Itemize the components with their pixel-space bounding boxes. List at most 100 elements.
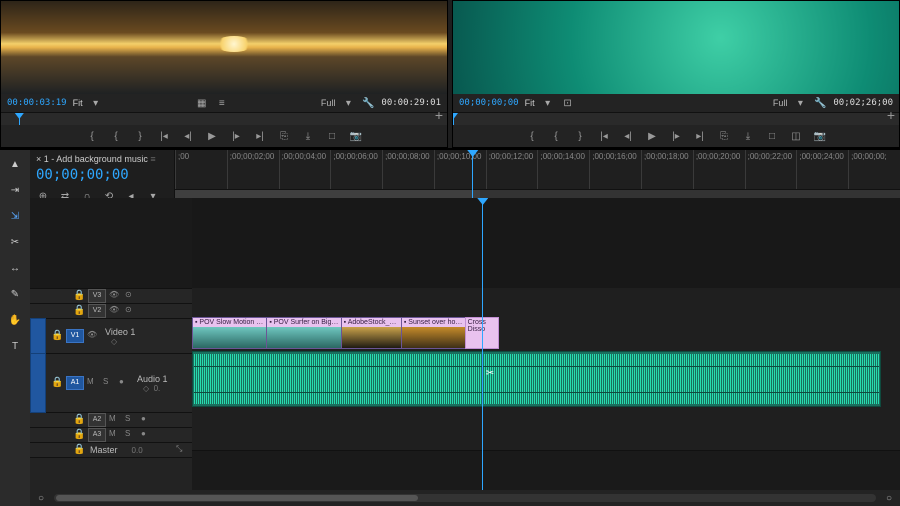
camera-icon[interactable]: 📷 — [349, 129, 363, 143]
mark-in-icon[interactable]: { — [109, 129, 123, 143]
program-resolution[interactable]: Full — [773, 98, 788, 108]
expand-icon[interactable]: ⤡ — [176, 444, 188, 456]
mark-out-icon[interactable]: } — [573, 129, 587, 143]
record-icon[interactable]: ● — [141, 414, 153, 426]
extract-icon[interactable]: ⤓ — [741, 129, 755, 143]
horizontal-scrollbar[interactable] — [54, 494, 876, 502]
master-level[interactable]: 0.0 — [132, 446, 143, 455]
lock-icon[interactable]: 🔒 — [51, 377, 63, 389]
solo-icon[interactable]: S — [125, 429, 137, 441]
button-editor-plus[interactable]: + — [887, 107, 895, 123]
video-clip[interactable]: ▪ Sunset over horseback riders — [401, 317, 467, 349]
mute-icon[interactable]: M — [109, 429, 121, 441]
step-forward-icon[interactable]: |▸ — [229, 129, 243, 143]
mute-icon[interactable]: M — [109, 414, 121, 426]
source-scrub-bar[interactable] — [1, 112, 447, 125]
lane-a1[interactable] — [192, 350, 900, 409]
eye-icon[interactable]: 👁 — [87, 330, 99, 342]
button-editor-plus[interactable]: + — [435, 107, 443, 123]
camera-icon[interactable]: 📷 — [813, 129, 827, 143]
time-ruler[interactable]: ;00;00;00;02;00;00;00;04;00;00;00;06;00;… — [174, 150, 900, 198]
go-to-in-icon[interactable]: |◂ — [597, 129, 611, 143]
sequence-timecode[interactable]: 00;00;00;00 — [36, 167, 168, 183]
track-header-a3[interactable]: 🔒A3MS● — [30, 428, 192, 443]
wrench-icon[interactable]: 🔧 — [361, 96, 375, 110]
track-header-a2[interactable]: 🔒A2MS● — [30, 413, 192, 428]
source-video-view[interactable] — [1, 1, 447, 94]
lock-icon[interactable]: 🔒 — [73, 414, 85, 426]
play-icon[interactable]: ▶ — [645, 129, 659, 143]
program-timecode[interactable]: 00;00;00;00 — [459, 98, 519, 108]
lane-v3[interactable] — [192, 288, 900, 303]
add-marker-icon[interactable]: { — [525, 129, 539, 143]
track-target-a1[interactable]: A1 — [66, 376, 84, 390]
chevron-down-icon[interactable]: ▾ — [341, 96, 355, 110]
go-to-in-icon[interactable]: |◂ — [157, 129, 171, 143]
step-forward-icon[interactable]: |▸ — [669, 129, 683, 143]
overwrite-icon[interactable]: ⤓ — [301, 129, 315, 143]
scrollbar-thumb[interactable] — [56, 495, 418, 501]
source-patch-a1[interactable] — [30, 353, 46, 413]
sequence-name[interactable]: 1 - Add background music — [44, 154, 148, 164]
tool-pen[interactable]: ✎ — [7, 286, 23, 302]
settings-icon[interactable]: ≡ — [215, 96, 229, 110]
source-timecode[interactable]: 00:00:03:19 — [7, 98, 67, 108]
lane-a3[interactable] — [192, 422, 900, 437]
go-to-out-icon[interactable]: ▸| — [693, 129, 707, 143]
zoom-in-icon[interactable]: ○ — [882, 491, 896, 505]
safe-margins-icon[interactable]: ▦ — [195, 96, 209, 110]
video-clip[interactable]: ▪ POV Slow Motion GOPR — [192, 317, 268, 349]
add-marker-icon[interactable]: { — [85, 129, 99, 143]
track-content[interactable]: ▪ POV Slow Motion GOPR▪ POV Surfer on Bi… — [192, 198, 900, 490]
wrench-icon[interactable]: 🔧 — [813, 96, 827, 110]
track-header-v1[interactable]: 🔒 V1 👁 Video 1 ◇ — [30, 319, 192, 354]
track-target-v2[interactable]: V2 — [88, 304, 106, 318]
chevron-down-icon[interactable]: ▾ — [89, 96, 103, 110]
playhead[interactable] — [472, 150, 473, 198]
tool-track-select[interactable]: ⇥ — [7, 182, 23, 198]
chevron-down-icon[interactable]: ▾ — [541, 96, 555, 110]
program-zoom[interactable]: Fit — [525, 98, 535, 108]
lane-v2[interactable] — [192, 302, 900, 317]
video-clip[interactable]: ▪ POV Surfer on Big Blue O — [266, 317, 342, 349]
mark-out-icon[interactable]: } — [133, 129, 147, 143]
play-icon[interactable]: ▶ — [205, 129, 219, 143]
solo-icon[interactable]: S — [125, 414, 137, 426]
mark-in-icon[interactable]: { — [549, 129, 563, 143]
work-area-bar[interactable] — [175, 189, 900, 198]
lane-master[interactable] — [192, 436, 900, 451]
mute-icon[interactable]: M — [87, 377, 99, 389]
track-header-v3[interactable]: 🔒V3👁⊙ — [30, 289, 192, 304]
source-zoom[interactable]: Fit — [73, 98, 83, 108]
lock-icon[interactable]: 🔒 — [73, 444, 85, 456]
insert-icon[interactable]: ⎘ — [277, 129, 291, 143]
track-target-a3[interactable]: A3 — [88, 428, 106, 442]
lane-a2[interactable] — [192, 408, 900, 423]
audio-clip[interactable] — [192, 351, 881, 407]
program-video-view[interactable] — [453, 1, 899, 94]
step-back-icon[interactable]: ◂| — [181, 129, 195, 143]
source-patch-v1[interactable] — [30, 318, 46, 354]
tool-razor[interactable]: ✂ — [7, 234, 23, 250]
track-header-a1[interactable]: 🔒 A1 M S ● Audio 1 ◇ 0. — [30, 354, 192, 413]
playhead-line[interactable] — [482, 198, 483, 490]
empty-video-lanes[interactable] — [192, 198, 900, 289]
lock-icon[interactable]: 🔒 — [73, 305, 85, 317]
track-fx-v1[interactable]: ◇ — [111, 337, 141, 346]
vr-toggle-icon[interactable]: ⊡ — [561, 96, 575, 110]
lock-icon[interactable]: 🔒 — [51, 330, 63, 342]
sync-lock-icon[interactable]: ⊙ — [125, 305, 137, 317]
source-resolution[interactable]: Full — [321, 98, 336, 108]
track-header-v2[interactable]: 🔒V2👁⊙ — [30, 304, 192, 319]
tool-selection[interactable]: ▲ — [7, 156, 23, 172]
go-to-out-icon[interactable]: ▸| — [253, 129, 267, 143]
export-frame-icon[interactable]: □ — [765, 129, 779, 143]
track-target-v3[interactable]: V3 — [88, 289, 106, 303]
chevron-down-icon[interactable]: ▾ — [793, 96, 807, 110]
solo-icon[interactable]: S — [103, 377, 115, 389]
zoom-out-icon[interactable]: ○ — [34, 491, 48, 505]
record-icon[interactable]: ● — [119, 377, 131, 389]
tool-ripple[interactable]: ⇲ — [7, 208, 23, 224]
track-target-v1[interactable]: V1 — [66, 329, 84, 343]
program-scrub-bar[interactable] — [453, 112, 899, 125]
